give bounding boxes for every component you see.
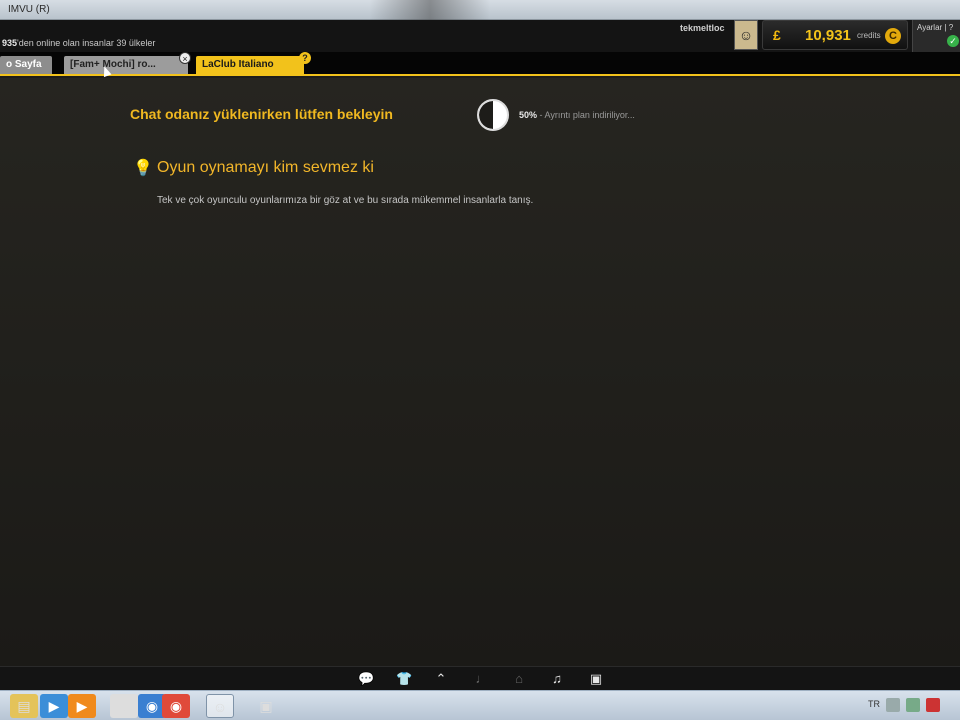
tab-bar: o Sayfa [Fam+ Mochi] ro... LaClub Italia… xyxy=(0,52,960,76)
settings-panel[interactable]: Ayarlar | ? ✓ xyxy=(912,20,960,52)
app-header: 935'den online olan insanlar 39 ülkeler … xyxy=(0,20,960,52)
imvu-taskbar-button[interactable]: ☺ xyxy=(206,694,234,718)
loading-title: Chat odanız yüklenirken lütfen bekleyin xyxy=(130,106,393,122)
window-title: IMVU (R) xyxy=(8,4,50,15)
tab-home[interactable]: o Sayfa xyxy=(0,56,52,74)
online-users-text: 935'den online olan insanlar 39 ülkeler xyxy=(2,38,155,48)
play-icon[interactable]: ▶ xyxy=(68,694,96,718)
tip-title: Oyun oynamayı kim sevmez ki xyxy=(157,159,374,176)
chrome-icon[interactable]: ◉ xyxy=(162,694,190,718)
avatar[interactable]: ☺ xyxy=(734,20,758,50)
hanger-icon[interactable]: ⌃ xyxy=(433,671,449,687)
app-window-icon[interactable]: ▣ xyxy=(252,694,280,718)
alert-icon[interactable] xyxy=(926,698,940,712)
room-loading-panel: Chat odanız yüklenirken lütfen bekleyin … xyxy=(0,78,960,666)
photo-icon[interactable]: ▣ xyxy=(588,671,604,687)
username[interactable]: tekmeltloc xyxy=(680,23,725,33)
imvu-app-icon[interactable]: ☺ xyxy=(110,694,138,718)
tab-laclub-italiano[interactable]: LaClub Italiano xyxy=(196,56,304,74)
tip-body: Tek ve çok oyunculu oyunlarımıza bir göz… xyxy=(157,195,534,206)
windows-taskbar: ▤ ▶ ▶ ☺ ◉ ◉ ☺ ▣ TR xyxy=(0,690,960,720)
online-count: 935 xyxy=(2,38,18,48)
tray-icon[interactable] xyxy=(886,698,900,712)
tab-close-icon[interactable]: × xyxy=(179,52,191,64)
progress-text: 50% - Ayrıntı plan indiriliyor... xyxy=(519,110,635,120)
music-note-icon[interactable]: ♩ xyxy=(474,671,490,687)
credits-unit: credits xyxy=(857,31,881,40)
add-credits-icon[interactable]: C xyxy=(885,28,901,44)
progress-status: - Ayrıntı plan indiriliyor... xyxy=(537,110,635,120)
settings-label: Ayarlar | ? xyxy=(917,23,954,32)
credits-amount: 10,931 xyxy=(805,27,851,44)
currency-icon: £ xyxy=(773,27,781,43)
language-indicator[interactable]: TR xyxy=(868,699,880,709)
media-player-icon[interactable]: ▶ xyxy=(40,694,68,718)
online-label: 'den online olan insanlar 39 ülkeler xyxy=(17,38,156,48)
outfit-icon[interactable]: 👕 xyxy=(396,671,412,687)
progress-percent: 50% xyxy=(519,110,538,120)
status-check-icon: ✓ xyxy=(947,35,959,47)
folder-icon[interactable]: ▤ xyxy=(10,694,38,718)
background-blur xyxy=(370,0,490,20)
bottom-toolbar: 💬 👕 ⌃ ♩ ⌂ ♫ ▣ xyxy=(0,666,960,690)
network-icon[interactable] xyxy=(906,698,920,712)
home-icon[interactable]: ⌂ xyxy=(511,671,527,687)
progress-fill xyxy=(479,101,493,129)
lightbulb-icon: 💡 xyxy=(133,160,153,177)
imvu-window: IMVU (R) 935'den online olan insanlar 39… xyxy=(0,0,960,720)
tab-mochi-room[interactable]: [Fam+ Mochi] ro... xyxy=(64,56,188,74)
chat-icon[interactable]: 💬 xyxy=(358,671,374,687)
camera-music-icon[interactable]: ♫ xyxy=(549,671,565,687)
loading-progress-icon xyxy=(477,99,509,131)
tab-help-icon[interactable]: ? xyxy=(299,52,311,64)
window-title-bar[interactable]: IMVU (R) xyxy=(0,0,960,20)
credits-panel[interactable]: £ 10,931 credits C xyxy=(762,20,908,50)
